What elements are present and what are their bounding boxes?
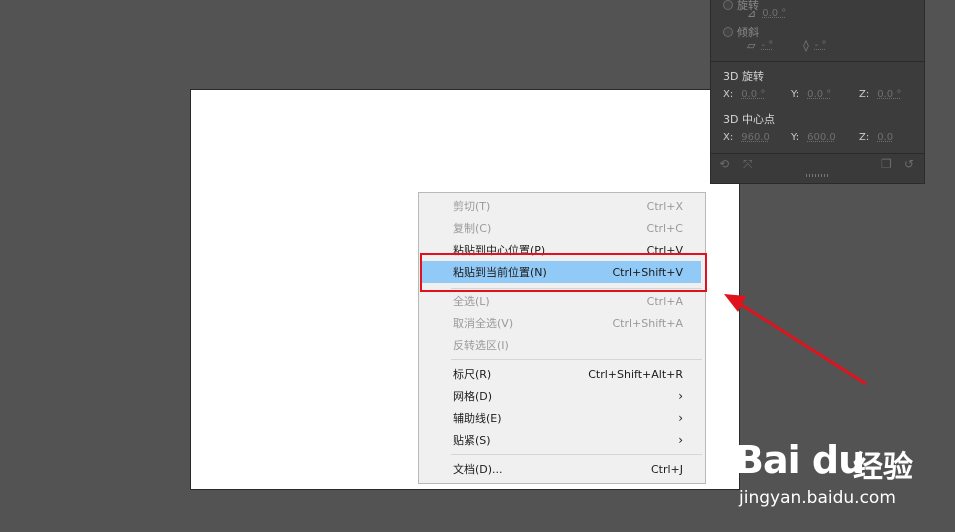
- baidu-jingyan-watermark: Bai du 经验 jingyan.baidu.com: [735, 430, 950, 520]
- watermark-url: jingyan.baidu.com: [739, 488, 896, 508]
- baidu-logo: Bai du: [735, 438, 865, 482]
- jingyan-logo-text: 经验: [853, 450, 913, 485]
